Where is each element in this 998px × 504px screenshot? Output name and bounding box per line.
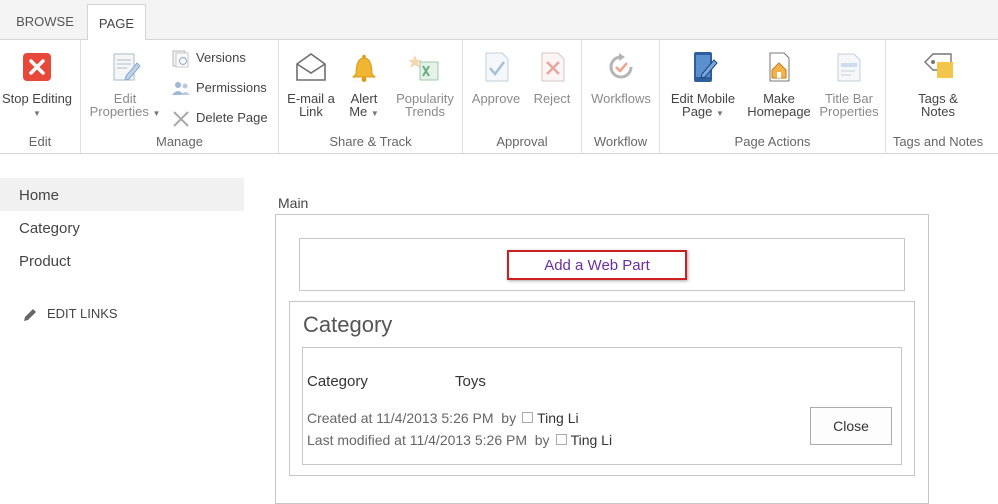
envelope-icon xyxy=(296,53,326,81)
bell-icon xyxy=(351,54,377,82)
ribbon-group-approval: Approve Reject Approval xyxy=(463,40,582,153)
modified-info: Last modified at 11/4/2013 5:26 PM by Tin… xyxy=(307,432,612,448)
chevron-down-icon: ▼ xyxy=(152,109,161,118)
pencil-icon xyxy=(24,308,36,321)
tab-page[interactable]: PAGE xyxy=(87,4,146,41)
email-link-label-2: Link xyxy=(299,104,323,119)
versions-button[interactable]: Versions xyxy=(171,47,246,69)
edit-mobile-page-button[interactable]: Edit Mobile Page ▼ xyxy=(666,50,740,120)
mobile-page-icon xyxy=(694,52,718,82)
web-part-title: Category xyxy=(303,312,393,337)
edit-properties-label-2: Properties xyxy=(89,104,149,119)
created-by-user[interactable]: Ting Li xyxy=(537,410,579,426)
make-homepage-icon xyxy=(769,52,790,82)
alert-me-label-2: Me xyxy=(349,104,368,119)
versions-label: Versions xyxy=(196,50,246,65)
close-button[interactable]: Close xyxy=(810,407,892,445)
workflows-icon xyxy=(609,53,633,79)
group-label-edit: Edit xyxy=(28,134,52,149)
tags-label-2: Notes xyxy=(921,104,955,119)
field-value-category: Toys xyxy=(455,373,486,390)
created-text: Created at 11/4/2013 5:26 PM by xyxy=(307,410,517,426)
tag-icon xyxy=(924,53,953,78)
ribbon-group-page-actions: Edit Mobile Page ▼ Make Homepage Title B… xyxy=(660,40,886,153)
group-label-tags-notes: Tags and Notes xyxy=(892,134,984,149)
edit-links-label: EDIT LINKS xyxy=(47,306,118,321)
nav-item-product[interactable]: Product xyxy=(0,244,244,277)
zone-title: Main xyxy=(278,195,309,211)
delete-page-button[interactable]: Delete Page xyxy=(171,107,268,129)
popularity-trends-icon xyxy=(408,55,439,81)
group-label-manage: Manage xyxy=(156,134,203,149)
stop-editing-icon xyxy=(23,53,51,81)
group-label-share-track: Share & Track xyxy=(329,134,412,149)
ribbon-tab-bar: BROWSE PAGE xyxy=(0,0,998,41)
edit-links-button[interactable]: EDIT LINKS xyxy=(22,305,118,323)
popularity-label-2: Trends xyxy=(405,104,445,119)
add-web-part-link[interactable]: Add a Web Part xyxy=(507,250,687,280)
ribbon: Stop Editing ▼ Edit Edit Properties ▼ Ve… xyxy=(0,40,998,154)
chevron-down-icon: ▼ xyxy=(370,109,379,118)
presence-icon xyxy=(555,434,567,445)
group-label-workflow: Workflow xyxy=(593,134,648,149)
permissions-icon xyxy=(172,81,190,95)
tab-browse[interactable]: BROWSE xyxy=(0,0,90,40)
edit-properties-icon xyxy=(113,53,141,81)
nav-item-home[interactable]: Home xyxy=(0,178,244,211)
delete-page-label: Delete Page xyxy=(196,110,268,125)
ribbon-group-workflow: Workflows Workflow xyxy=(582,40,660,153)
permissions-label: Permissions xyxy=(196,80,267,95)
ribbon-group-manage: Edit Properties ▼ Versions Permissions D… xyxy=(81,40,279,153)
delete-icon xyxy=(173,110,189,127)
edit-mobile-label-2: Page xyxy=(682,104,713,119)
group-label-page-actions: Page Actions xyxy=(734,134,811,149)
popularity-trends-button[interactable]: Popularity Trends xyxy=(391,50,459,118)
stop-editing-label: Stop Editing xyxy=(1,91,73,106)
email-link-button[interactable]: E-mail a Link xyxy=(283,50,339,118)
chevron-down-icon: ▼ xyxy=(716,109,724,118)
workflows-label: Workflows xyxy=(591,91,651,106)
nav-item-category[interactable]: Category xyxy=(0,211,244,244)
reject-label: Reject xyxy=(533,91,571,106)
stop-editing-button[interactable]: Stop Editing ▼ xyxy=(0,50,74,120)
field-label-category: Category xyxy=(307,373,368,390)
title-bar-properties-button[interactable]: Title Bar Properties xyxy=(816,50,882,118)
versions-icon xyxy=(172,50,189,68)
make-homepage-label-2: Homepage xyxy=(747,104,811,119)
edit-properties-button[interactable]: Edit Properties ▼ xyxy=(87,50,163,120)
approve-label: Approve xyxy=(471,91,521,106)
reject-button[interactable]: Reject xyxy=(527,50,577,105)
group-label-approval: Approval xyxy=(496,134,548,149)
ribbon-group-tags-notes: Tags & Notes Tags and Notes xyxy=(886,40,990,153)
presence-icon xyxy=(522,412,534,423)
created-info: Created at 11/4/2013 5:26 PM by Ting Li xyxy=(307,410,579,426)
left-navigation: Home Category Product xyxy=(0,178,244,277)
permissions-button[interactable]: Permissions xyxy=(171,77,267,99)
approve-button[interactable]: Approve xyxy=(468,50,524,105)
alert-me-button[interactable]: Alert Me ▼ xyxy=(342,50,386,120)
chevron-down-icon: ▼ xyxy=(33,109,41,118)
workflows-button[interactable]: Workflows xyxy=(586,50,656,105)
modified-by-user[interactable]: Ting Li xyxy=(571,432,613,448)
approve-icon xyxy=(485,52,509,82)
tags-notes-button[interactable]: Tags & Notes xyxy=(900,50,976,118)
make-homepage-button[interactable]: Make Homepage xyxy=(744,50,814,118)
modified-text: Last modified at 11/4/2013 5:26 PM by xyxy=(307,432,550,448)
reject-icon xyxy=(541,52,565,82)
ribbon-group-share-track: E-mail a Link Alert Me ▼ Popularity Tren… xyxy=(279,40,463,153)
title-bar-properties-icon xyxy=(837,53,861,82)
ribbon-group-edit: Stop Editing ▼ Edit xyxy=(0,40,81,153)
title-bar-label-2: Properties xyxy=(819,104,879,119)
